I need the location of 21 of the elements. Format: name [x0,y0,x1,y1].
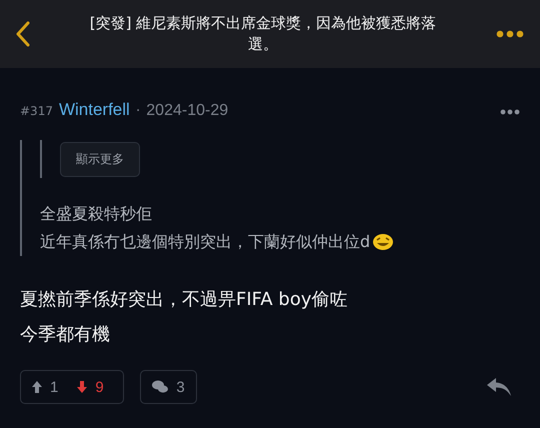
upvote-button[interactable]: 1 [31,378,58,396]
quote-text: 近年真係冇乜邊個特別突出，下蘭好似仲出位d [40,232,370,252]
reply-icon[interactable] [486,377,512,397]
show-more-button[interactable]: 顯示更多 [60,142,140,176]
laughing-face-icon [372,233,394,251]
post-text: 今季都有機 [20,323,111,347]
down-arrow-icon [76,380,88,394]
speech-bubbles-icon [152,380,168,394]
post-text: 夏撚前季係好突出，不過畀FIFA boy偷咗 [20,288,348,312]
post-date: 2024-10-29 [146,102,228,120]
post-number: #317 [20,104,53,118]
more-icon[interactable] [500,109,520,115]
thread-title: [突發] 維尼素斯將不出席金球獎，因為他被獲悉將落選。 [88,13,438,55]
author-name[interactable]: Winterfell [58,100,130,120]
quote-text: 全盛夏殺特秒佢 [40,204,152,224]
more-icon[interactable] [496,30,524,38]
separator-dot: · [136,103,140,119]
up-arrow-icon [31,380,43,394]
back-icon[interactable] [16,21,30,47]
comments-button[interactable]: 3 [140,370,197,404]
downvote-button[interactable]: 9 [76,378,104,396]
